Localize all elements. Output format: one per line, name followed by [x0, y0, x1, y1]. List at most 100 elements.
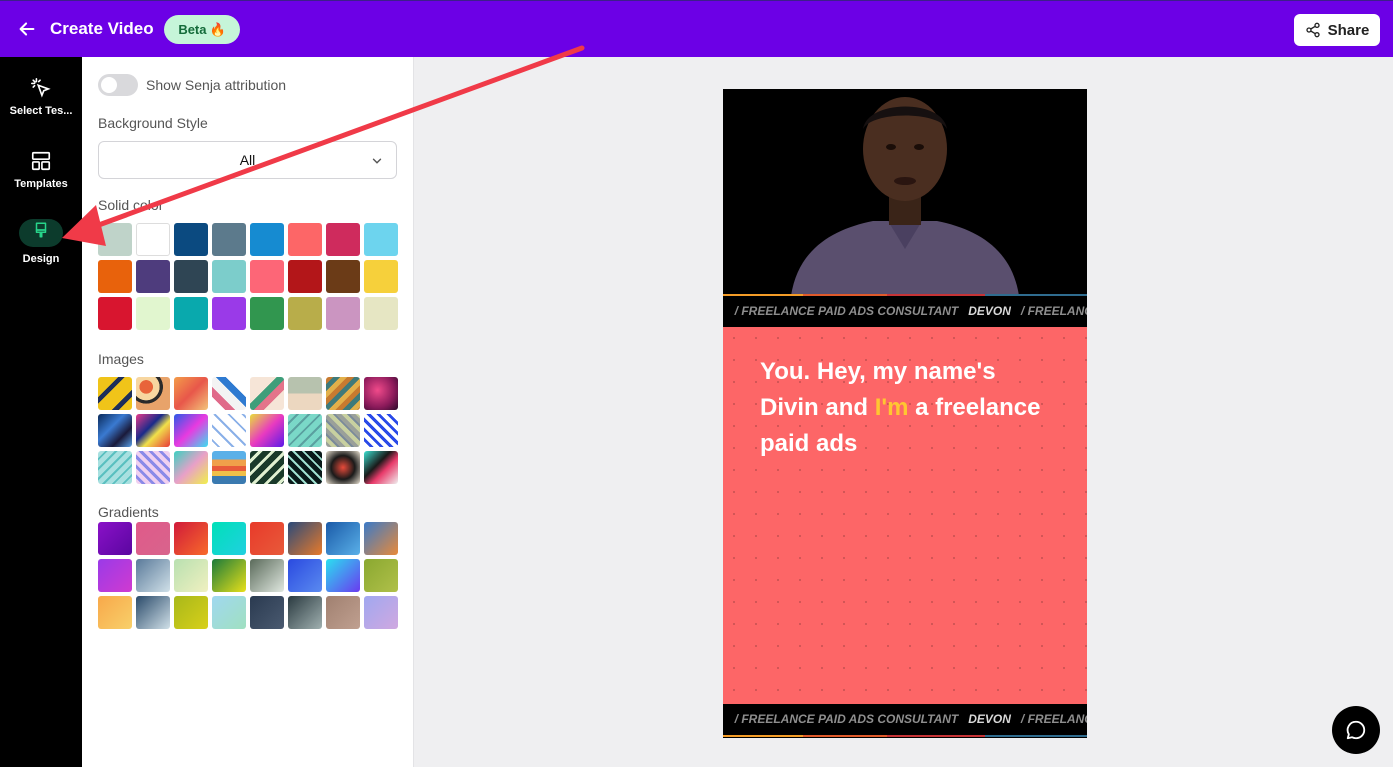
gradient-swatch[interactable]: [364, 559, 398, 592]
solid-color-swatch[interactable]: [364, 223, 398, 256]
gradient-swatch[interactable]: [326, 596, 360, 629]
solid-color-swatch[interactable]: [250, 223, 284, 256]
image-swatch[interactable]: [212, 377, 246, 410]
solid-color-swatch[interactable]: [212, 223, 246, 256]
image-swatch[interactable]: [288, 451, 322, 484]
caption-highlight: I'm: [874, 394, 909, 421]
chat-button[interactable]: [1332, 706, 1380, 754]
gradient-swatch[interactable]: [326, 559, 360, 592]
bg-style-value: All: [239, 152, 256, 168]
gradient-swatch[interactable]: [98, 596, 132, 629]
gradient-swatch[interactable]: [364, 596, 398, 629]
gradient-grid: [98, 522, 398, 629]
solid-color-swatch[interactable]: [288, 297, 322, 330]
image-swatch[interactable]: [288, 414, 322, 447]
image-swatch[interactable]: [136, 377, 170, 410]
back-arrow-icon[interactable]: [16, 18, 38, 40]
gradient-swatch[interactable]: [174, 522, 208, 555]
image-swatch[interactable]: [364, 451, 398, 484]
image-swatch[interactable]: [136, 414, 170, 447]
gradient-swatch[interactable]: [288, 559, 322, 592]
solid-color-swatch[interactable]: [212, 260, 246, 293]
gradient-swatch[interactable]: [212, 596, 246, 629]
image-swatch[interactable]: [212, 451, 246, 484]
solid-color-grid: [98, 223, 398, 330]
image-swatch[interactable]: [326, 414, 360, 447]
gradient-swatch[interactable]: [98, 559, 132, 592]
solid-color-swatch[interactable]: [364, 297, 398, 330]
solid-color-swatch[interactable]: [136, 297, 170, 330]
gradient-swatch[interactable]: [212, 559, 246, 592]
gradient-swatch[interactable]: [250, 522, 284, 555]
nav-item-label: Design: [22, 253, 60, 265]
image-swatch[interactable]: [326, 377, 360, 410]
caption-text: You. Hey, my name's Divin and I'm a free…: [760, 358, 1041, 457]
solid-color-swatch[interactable]: [98, 260, 132, 293]
solid-color-swatch[interactable]: [250, 297, 284, 330]
gradient-swatch[interactable]: [136, 596, 170, 629]
top-bar: Create Video Beta 🔥 Share: [0, 0, 1393, 57]
image-swatch[interactable]: [364, 377, 398, 410]
image-swatch[interactable]: [250, 377, 284, 410]
solid-color-swatch[interactable]: [98, 297, 132, 330]
page-title: Create Video: [50, 19, 154, 38]
image-swatch[interactable]: [174, 377, 208, 410]
image-swatch[interactable]: [326, 451, 360, 484]
image-swatch[interactable]: [174, 414, 208, 447]
solid-color-swatch[interactable]: [136, 223, 170, 256]
speaker-video[interactable]: [723, 89, 1087, 296]
solid-color-swatch[interactable]: [174, 223, 208, 256]
fire-icon: 🔥: [209, 21, 226, 37]
nav-item-select-testimonials[interactable]: Select Tes...: [0, 77, 82, 117]
gradient-swatch[interactable]: [174, 559, 208, 592]
image-swatch[interactable]: [288, 377, 322, 410]
image-swatch[interactable]: [174, 451, 208, 484]
gradient-swatch[interactable]: [326, 522, 360, 555]
gradient-swatch[interactable]: [174, 596, 208, 629]
gradient-swatch[interactable]: [288, 522, 322, 555]
chevron-down-icon: [372, 158, 382, 164]
image-swatch[interactable]: [250, 414, 284, 447]
solid-color-swatch[interactable]: [326, 260, 360, 293]
gradient-swatch[interactable]: [250, 559, 284, 592]
solid-color-swatch[interactable]: [174, 260, 208, 293]
solid-color-swatch[interactable]: [288, 260, 322, 293]
nav-item-design[interactable]: Design: [0, 219, 82, 265]
share-button[interactable]: Share: [1294, 14, 1380, 46]
image-swatch[interactable]: [136, 451, 170, 484]
solid-color-swatch[interactable]: [364, 260, 398, 293]
gradient-swatch[interactable]: [98, 522, 132, 555]
name-ticker: / FREELANCE PAID ADS CONSULTANT DEVON / FR…: [723, 704, 1087, 734]
solid-color-swatch[interactable]: [326, 297, 360, 330]
ticker-role: / FREELANCE PAID ADS CONSULTANT: [734, 712, 959, 726]
image-swatch[interactable]: [98, 451, 132, 484]
nav-item-templates[interactable]: Templates: [0, 150, 82, 190]
solid-color-swatch[interactable]: [136, 260, 170, 293]
ticker-name: DEVON: [968, 304, 1011, 318]
gradient-swatch[interactable]: [250, 596, 284, 629]
solid-color-swatch[interactable]: [98, 223, 132, 256]
solid-color-swatch[interactable]: [288, 223, 322, 256]
bg-style-select[interactable]: All: [98, 141, 397, 179]
solid-color-swatch[interactable]: [250, 260, 284, 293]
ticker-role: / FREELANCE PAID ADS CONSULTANT: [734, 304, 959, 318]
image-swatch[interactable]: [212, 414, 246, 447]
solid-color-swatch[interactable]: [174, 297, 208, 330]
solid-color-swatch[interactable]: [212, 297, 246, 330]
image-swatch[interactable]: [98, 414, 132, 447]
attribution-toggle[interactable]: [98, 74, 138, 96]
attribution-label: Show Senja attribution: [146, 77, 287, 93]
gradients-label: Gradients: [98, 504, 159, 520]
gradient-swatch[interactable]: [212, 522, 246, 555]
image-swatch[interactable]: [364, 414, 398, 447]
solid-color-swatch[interactable]: [326, 223, 360, 256]
paintbrush-icon: [35, 222, 47, 238]
gradient-swatch[interactable]: [136, 559, 170, 592]
gradient-swatch[interactable]: [136, 522, 170, 555]
image-swatch[interactable]: [250, 451, 284, 484]
design-panel: Show Senja attribution Background Style …: [82, 57, 414, 767]
gradient-swatch[interactable]: [364, 522, 398, 555]
attribution-row: Show Senja attribution: [98, 74, 286, 96]
image-swatch[interactable]: [98, 377, 132, 410]
gradient-swatch[interactable]: [288, 596, 322, 629]
